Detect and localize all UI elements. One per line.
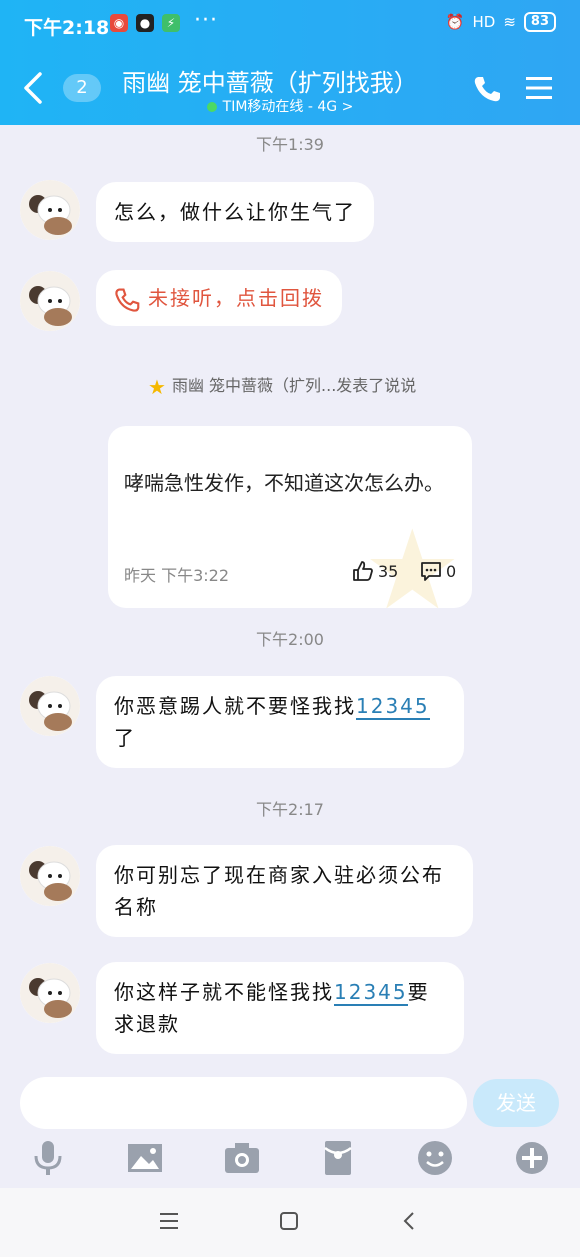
phone-number-link[interactable]: 12345 (356, 694, 430, 720)
feed-card-text: 哮喘急性发作，不知道这次怎么办。 (124, 471, 444, 495)
system-nav-bar (0, 1188, 580, 1257)
comment-button[interactable]: 0 (420, 560, 456, 582)
thumbs-up-icon (353, 561, 373, 581)
online-dot-icon (206, 102, 217, 112)
comment-count: 0 (446, 561, 457, 581)
alarm-icon: ⏰ (445, 13, 465, 31)
wifi-icon: ≋ (503, 13, 516, 31)
status-time: 下午2:18 (24, 17, 110, 39)
recent-apps-icon[interactable] (154, 1206, 184, 1236)
like-button[interactable]: 35 (352, 560, 398, 582)
comment-icon (421, 562, 441, 581)
avatar[interactable] (20, 271, 80, 331)
app-notification-icon: ◉ (110, 14, 128, 32)
timestamp: 下午1:39 (256, 135, 324, 154)
missed-call-icon (115, 288, 140, 312)
image-icon[interactable] (125, 1138, 165, 1178)
message-input[interactable] (20, 1077, 467, 1129)
mic-icon[interactable] (28, 1138, 68, 1178)
message-bubble[interactable]: 你可别忘了现在商家入驻必须公布名称 (96, 845, 473, 937)
like-count: 35 (378, 561, 399, 581)
missed-call-bubble[interactable]: 未接听，点击回拨 (96, 270, 342, 326)
message-bubble[interactable]: 你恶意踢人就不要怪我找12345 了 (96, 676, 464, 768)
avatar[interactable] (20, 676, 80, 736)
feed-card[interactable]: ★ 哮喘急性发作，不知道这次怎么办。 昨天 下午3:22 35 0 (108, 426, 472, 608)
avatar[interactable] (20, 180, 80, 240)
qq-penguin-icon: ● (136, 14, 154, 32)
message-text: 你恶意踢人就不要怪我找 (114, 694, 356, 718)
camera-icon[interactable] (222, 1138, 262, 1178)
back-nav-icon[interactable] (395, 1206, 425, 1236)
message-text: 了 (114, 726, 136, 750)
charging-app-icon: ⚡ (162, 14, 180, 32)
menu-icon[interactable] (524, 74, 554, 102)
phone-number-link[interactable]: 12345 (334, 980, 408, 1006)
back-icon[interactable] (20, 70, 48, 106)
timestamp: 下午2:00 (256, 630, 324, 649)
status-right: ⏰ HD ≋ 83 (446, 12, 556, 32)
plus-icon[interactable] (512, 1138, 552, 1178)
send-button[interactable]: 发送 (473, 1079, 559, 1127)
message-text: 怎么，做什么让你生气了 (114, 200, 356, 224)
home-icon[interactable] (274, 1206, 304, 1236)
message-text: 你这样子就不能怪我找 (114, 980, 334, 1004)
online-status[interactable]: TIM移动在线 - 4G > (190, 96, 370, 116)
message-bubble[interactable]: 你这样子就不能怪我找12345要求退款 (96, 962, 464, 1054)
signal-icon: HD (472, 13, 496, 31)
more-notifications-icon: ··· (194, 8, 218, 33)
unread-count-badge[interactable]: 2 (63, 74, 101, 102)
message-text: 你可别忘了现在商家入驻必须公布名称 (114, 863, 444, 919)
phone-icon[interactable] (472, 74, 502, 104)
emoji-icon[interactable] (415, 1138, 455, 1178)
feed-notice-text: 雨幽 笼中蔷薇（扩列...发表了说说 (171, 376, 417, 395)
online-status-text: TIM移动在线 - 4G > (222, 99, 354, 115)
missed-call-text: 未接听，点击回拨 (148, 286, 324, 310)
red-packet-icon[interactable] (318, 1138, 358, 1178)
timestamp: 下午2:17 (256, 800, 324, 819)
feed-card-time: 昨天 下午3:22 (124, 566, 230, 585)
star-icon: ★ (148, 374, 166, 399)
avatar[interactable] (20, 963, 80, 1023)
status-bar: 下午2:18 ◉ ● ⚡ ··· ⏰ HD ≋ 83 (0, 0, 580, 48)
battery-icon: 83 (523, 12, 556, 32)
input-toolbar (0, 1138, 580, 1182)
message-bubble[interactable]: 怎么，做什么让你生气了 (96, 182, 374, 242)
header-bar: 下午2:18 ◉ ● ⚡ ··· ⏰ HD ≋ 83 2 雨幽 笼中蔷薇（扩列找… (0, 0, 580, 125)
avatar[interactable] (20, 846, 80, 906)
chat-title[interactable]: 雨幽 笼中蔷薇（扩列找我） (120, 63, 420, 98)
feed-notice[interactable]: ★ 雨幽 笼中蔷薇（扩列...发表了说说 (148, 372, 416, 399)
star-watermark-icon: ★ (363, 506, 462, 608)
